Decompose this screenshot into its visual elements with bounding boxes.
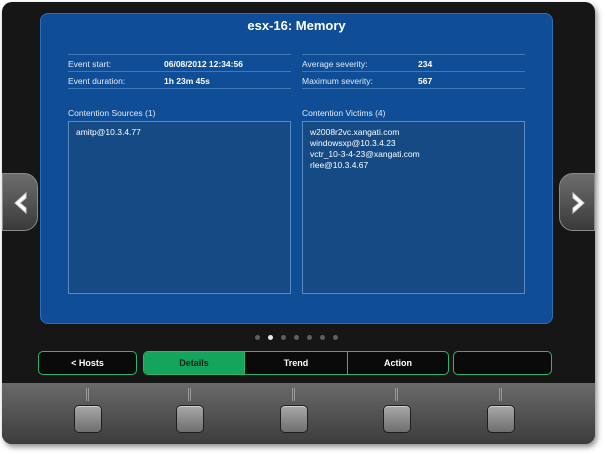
event-duration-label: Event duration: — [68, 76, 126, 86]
hardware-button-3[interactable] — [280, 405, 308, 433]
list-item[interactable]: vctr_10-3-4-23@xangati.com — [310, 149, 517, 160]
view-tabs: Details Trend Action — [143, 351, 449, 375]
hardware-button-4[interactable] — [383, 405, 411, 433]
event-start-value: 06/08/2012 12:34:56 — [164, 59, 243, 69]
page-dot[interactable] — [294, 335, 299, 340]
list-item[interactable]: windowsxp@10.3.4.23 — [310, 138, 517, 149]
hardware-button-1[interactable] — [74, 405, 102, 433]
list-item[interactable]: rlee@10.3.4.67 — [310, 160, 517, 171]
avg-severity-label: Average severity: — [302, 59, 368, 69]
page-dot[interactable] — [320, 335, 325, 340]
list-item[interactable]: w2008r2vc.xangati.com — [310, 127, 517, 138]
contention-victims-list[interactable]: w2008r2vc.xangati.com windowsxp@10.3.4.2… — [302, 121, 525, 294]
event-duration-value: 1h 23m 45s — [164, 76, 210, 86]
avg-severity-value: 234 — [418, 59, 433, 69]
button-guide — [292, 388, 295, 401]
contention-sources-list[interactable]: amitp@10.3.4.77 — [68, 121, 291, 294]
event-duration-row: Event duration: 1h 23m 45s — [68, 71, 291, 89]
hardware-bezel — [2, 383, 595, 444]
hardware-button-2[interactable] — [176, 405, 204, 433]
contention-sources-label: Contention Sources (1) — [68, 108, 156, 118]
page-dot[interactable] — [281, 335, 286, 340]
contention-victims-label: Contention Victims (4) — [302, 108, 386, 118]
button-guide — [188, 388, 191, 401]
next-button[interactable] — [559, 173, 595, 231]
page-dot[interactable] — [333, 335, 338, 340]
chevron-right-icon — [572, 191, 585, 215]
max-severity-label: Maximum severity: — [302, 76, 373, 86]
tab-action[interactable]: Action — [348, 352, 448, 374]
button-guide — [86, 388, 89, 401]
page-dot[interactable] — [307, 335, 312, 340]
avg-severity-row: Average severity: 234 — [302, 54, 525, 72]
previous-button[interactable] — [2, 173, 38, 231]
divider — [68, 88, 291, 89]
list-item[interactable]: amitp@10.3.4.77 — [76, 127, 283, 138]
button-guide — [499, 388, 502, 401]
tab-details[interactable]: Details — [144, 352, 245, 374]
chevron-left-icon — [14, 191, 27, 215]
page-dot-active[interactable] — [268, 335, 273, 340]
empty-soft-button[interactable] — [453, 351, 552, 375]
event-start-row: Event start: 06/08/2012 12:34:56 — [68, 54, 291, 72]
tab-trend[interactable]: Trend — [245, 352, 348, 374]
page-dot[interactable] — [255, 335, 260, 340]
page-title: esx-16: Memory — [247, 18, 346, 33]
max-severity-row: Maximum severity: 567 — [302, 71, 525, 89]
device-frame: esx-16: Memory Event start: 06/08/2012 1… — [2, 2, 595, 444]
button-guide — [395, 388, 398, 401]
divider — [302, 88, 525, 89]
hardware-button-5[interactable] — [487, 405, 515, 433]
memory-event-panel: esx-16: Memory Event start: 06/08/2012 1… — [40, 13, 553, 324]
page-indicator — [255, 335, 339, 341]
hosts-back-button[interactable]: < Hosts — [38, 351, 137, 375]
max-severity-value: 567 — [418, 76, 433, 86]
event-start-label: Event start: — [68, 59, 111, 69]
